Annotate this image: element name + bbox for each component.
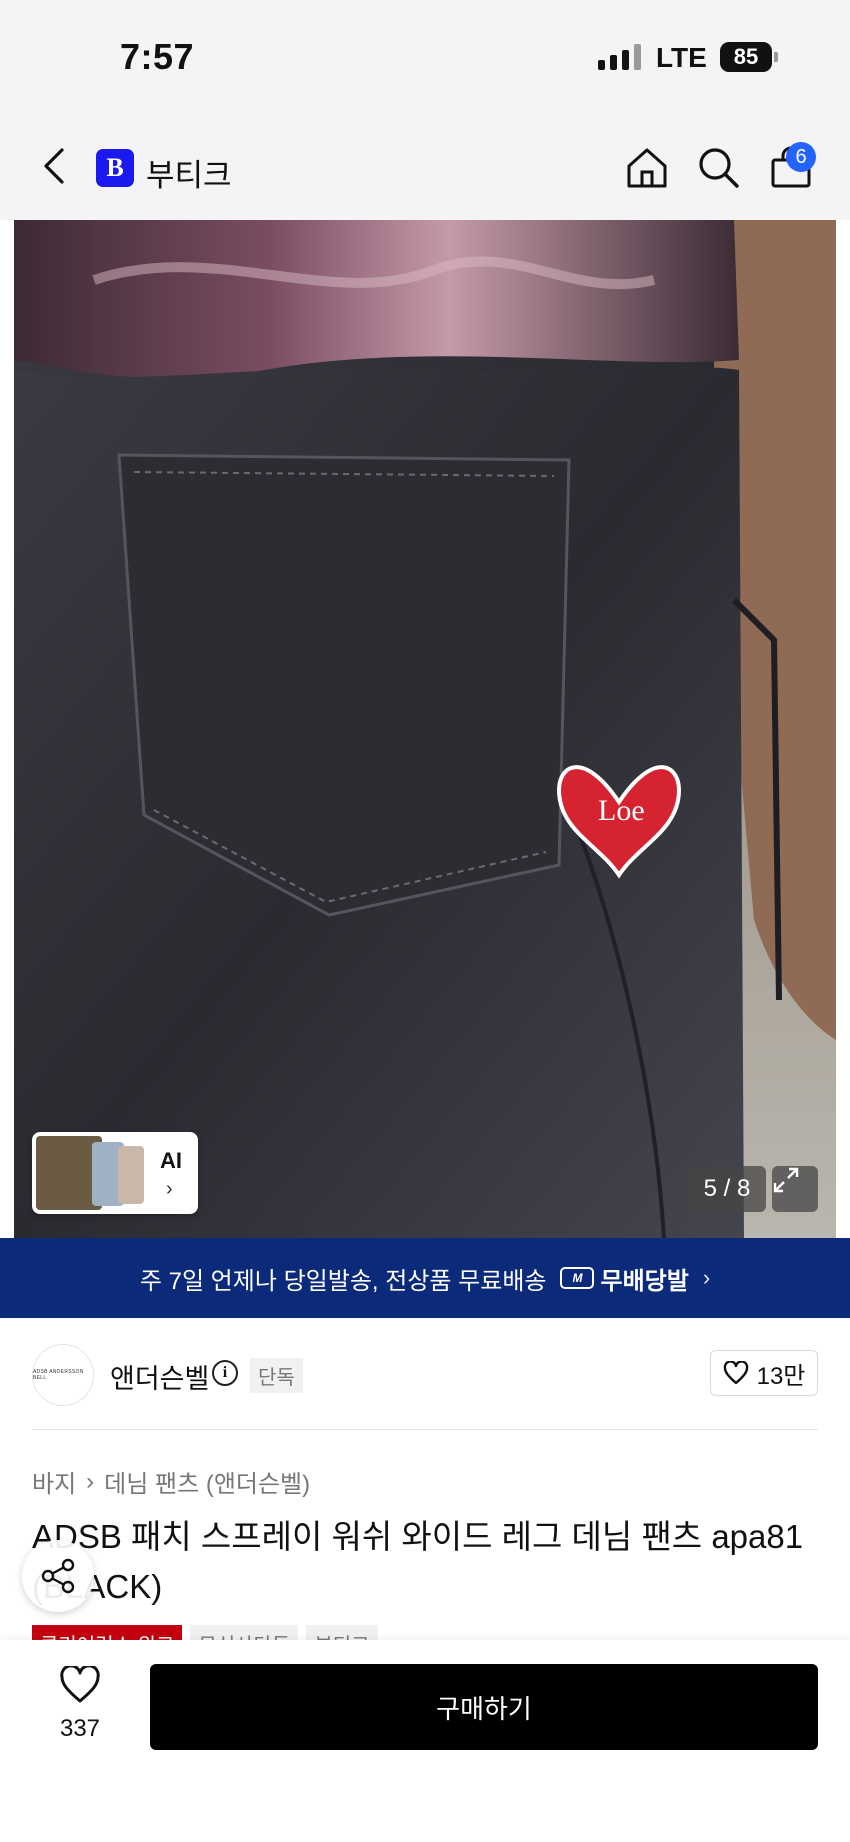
battery-icon: 85: [720, 42, 772, 72]
purchase-bar: 337 구매하기: [0, 1640, 850, 1842]
home-icon: [627, 148, 667, 188]
exclusive-badge: 단독: [250, 1358, 303, 1393]
product-image-gallery[interactable]: Loe AI › 5 / 8: [14, 220, 836, 1238]
brand-like-count: 13만: [756, 1362, 806, 1390]
delivery-promo-banner[interactable]: 주 7일 언제나 당일발송, 전상품 무료배송 M 무배당발 ›: [0, 1238, 850, 1318]
breadcrumb: 바지 › 데님 팬츠 (앤더슨벨): [32, 1464, 310, 1499]
wishlist-count: 337: [59, 1715, 101, 1742]
search-icon: [699, 148, 739, 188]
brand-name[interactable]: 앤더슨벨: [110, 1357, 209, 1396]
share-button[interactable]: [22, 1540, 94, 1612]
free-delivery-badge: M 무배당발: [560, 1261, 689, 1296]
brand-logo[interactable]: ADSB ANDERSSON BELL: [32, 1344, 94, 1406]
share-icon: [41, 1558, 75, 1594]
divider: [32, 1429, 818, 1430]
chevron-right-icon: ›: [702, 1265, 711, 1290]
info-icon[interactable]: i: [212, 1360, 238, 1386]
banner-text: 주 7일 언제나 당일발송, 전상품 무료배송: [139, 1267, 547, 1295]
expand-icon: [773, 1167, 799, 1193]
patch-text: Loe: [598, 794, 645, 827]
status-bar: 7:57 LTE 85: [0, 0, 850, 110]
search-button[interactable]: [696, 146, 742, 190]
badge-label: 무배당발: [600, 1267, 689, 1295]
ai-label: AI: [160, 1148, 182, 1173]
signal-icon: [598, 44, 641, 70]
chevron-left-icon: [44, 148, 64, 184]
cart-count-badge: 6: [786, 142, 816, 172]
product-photo: Loe: [14, 220, 836, 1238]
chevron-right-icon: ›: [86, 1467, 95, 1495]
home-button[interactable]: [624, 146, 670, 190]
boutique-logo[interactable]: B: [96, 149, 134, 187]
page-title: 부티크: [146, 158, 232, 193]
brand-logo-text: ADSB ANDERSSON BELL: [33, 1369, 84, 1381]
heart-icon: [723, 1361, 748, 1385]
app-header: B 부티크 6: [0, 110, 850, 220]
breadcrumb-item[interactable]: 바지: [32, 1464, 76, 1499]
chevron-right-icon: ›: [166, 1178, 173, 1200]
back-button[interactable]: [38, 146, 74, 186]
wishlist-button[interactable]: 337: [40, 1664, 120, 1743]
battery-cap: [774, 52, 778, 62]
ai-similar-thumbnails[interactable]: AI ›: [32, 1132, 198, 1214]
image-counter: 5 / 8: [688, 1166, 766, 1212]
expand-button[interactable]: [772, 1166, 818, 1212]
status-time: 7:57: [120, 36, 195, 77]
truck-icon: M: [560, 1267, 595, 1289]
breadcrumb-item[interactable]: 데님 팬츠 (앤더슨벨): [104, 1464, 310, 1499]
network-label: LTE: [656, 42, 707, 73]
brand-like-button[interactable]: 13만: [710, 1350, 818, 1396]
thumbnail-image: [118, 1146, 144, 1204]
product-title: ADSB 패치 스프레이 워쉬 와이드 레그 데님 팬츠 apa81 (BLAC…: [32, 1518, 804, 1605]
buy-button[interactable]: 구매하기: [150, 1664, 818, 1750]
heart-icon: [60, 1664, 100, 1703]
